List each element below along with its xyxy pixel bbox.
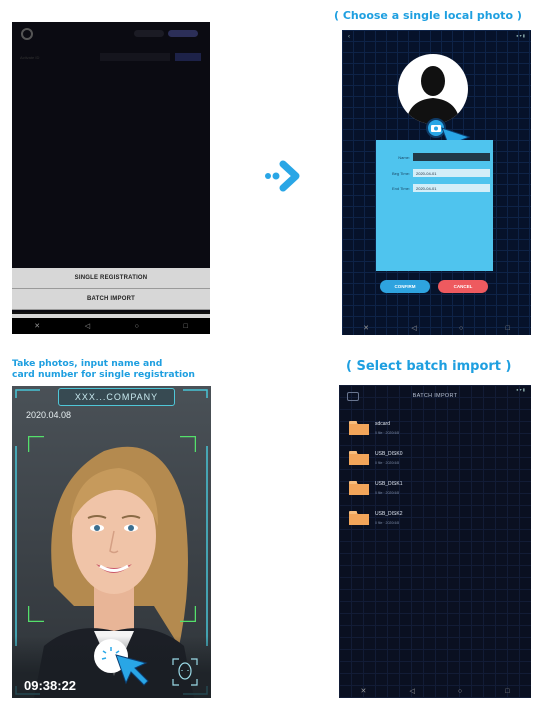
back-icon[interactable]: ‹ — [348, 34, 350, 40]
phone-screen-camera: XXX...COMPANY 2020.04.08 09:38:22 — [12, 386, 211, 698]
status-bar: ● ▾ ▮ — [516, 387, 525, 392]
back-icon[interactable]: ◁ — [411, 324, 416, 332]
filter-label: Activate ID — [20, 55, 40, 60]
beg-time-field[interactable]: 2020-04-01 — [413, 169, 490, 177]
list-item[interactable]: USB_DISK0 0 file · 2020/4/8 — [349, 449, 469, 473]
beg-time-label: Beg Time: — [391, 170, 410, 176]
folder-icon — [349, 509, 369, 525]
home-icon[interactable]: ○ — [458, 688, 462, 695]
list-item[interactable]: USB_DISK2 0 file · 2020/4/8 — [349, 509, 469, 533]
recent-icon[interactable]: □ — [183, 323, 187, 330]
home-icon[interactable]: ○ — [135, 323, 139, 330]
folder-meta: 0 file · 2020/4/8 — [375, 431, 400, 435]
cursor-icon — [112, 651, 152, 691]
folder-icon — [349, 479, 369, 495]
filter-button[interactable] — [175, 53, 201, 61]
top-toggle[interactable] — [134, 30, 164, 37]
batch-import-button[interactable]: BATCH IMPORT — [12, 289, 210, 310]
gear-icon[interactable] — [21, 28, 33, 40]
folder-name: sdcard — [375, 421, 391, 427]
phone-screen-single-photo: ● ▾ ▮ ‹ Name: Beg Time: 2020-04-01 End T… — [342, 30, 531, 335]
top-toggle-active[interactable] — [168, 30, 198, 37]
system-nav-bar: ✕ ◁ ○ □ — [12, 318, 210, 334]
name-label: Name: — [398, 154, 410, 160]
list-item[interactable]: USB_DISK1 0 file · 2020/4/8 — [349, 479, 469, 503]
confirm-button[interactable]: CONFIRM — [380, 280, 430, 293]
recent-icon[interactable]: □ — [505, 688, 509, 695]
system-nav-bar: ✕ ◁ ○ □ — [339, 684, 531, 698]
recent-icon[interactable]: □ — [506, 325, 510, 332]
folder-meta: 0 file · 2020/4/8 — [375, 521, 400, 525]
close-icon[interactable]: ✕ — [34, 322, 40, 330]
company-banner: XXX...COMPANY — [58, 388, 175, 406]
status-bar: ● ▾ ▮ — [516, 33, 525, 38]
folder-name: USB_DISK1 — [375, 481, 403, 487]
registration-form: Name: Beg Time: 2020-04-01 End Time: 202… — [376, 140, 493, 271]
folder-name: USB_DISK0 — [375, 451, 403, 457]
close-icon[interactable]: ✕ — [361, 687, 367, 695]
caption-take-photos-line1: Take photos, input name and — [12, 358, 163, 369]
folder-meta: 0 file · 2020/4/8 — [375, 461, 400, 465]
face-id-icon[interactable] — [172, 658, 198, 686]
phone-screen-batch-import: ● ▾ ▮ BATCH IMPORT sdcard 0 file · 2020/… — [339, 385, 531, 698]
time-text: 09:38:22 — [24, 678, 77, 693]
avatar-icon — [398, 54, 468, 124]
date-text: 2020.04.08 — [26, 410, 72, 420]
system-nav-bar: ✕ ◁ ○ □ — [342, 321, 531, 335]
arrow-icon — [263, 158, 305, 194]
end-time-label: End Time: — [391, 185, 410, 191]
folder-name: USB_DISK2 — [375, 511, 403, 517]
list-item[interactable]: sdcard 0 file · 2020/4/8 — [349, 419, 469, 443]
home-icon[interactable]: ○ — [459, 325, 463, 332]
single-registration-button[interactable]: SINGLE REGISTRATION — [12, 268, 210, 289]
name-field[interactable] — [413, 153, 490, 161]
caption-take-photos-line2: card number for single registration — [12, 369, 195, 380]
filter-field[interactable] — [100, 53, 170, 61]
caption-take-photos: Take photos, input name and card number … — [12, 358, 195, 380]
phone-screen-registration-menu: Activate ID SINGLE REGISTRATION BATCH IM… — [12, 22, 210, 334]
folder-icon — [349, 419, 369, 435]
folder-icon — [349, 449, 369, 465]
screen-title: BATCH IMPORT — [412, 393, 458, 399]
back-icon[interactable]: ◁ — [409, 687, 414, 695]
close-icon[interactable]: ✕ — [363, 324, 369, 332]
cancel-button[interactable]: CANCEL — [438, 280, 488, 293]
caption-select-batch: ( Select batch import ) — [346, 359, 512, 374]
caption-choose-single: ( Choose a single local photo ) — [334, 9, 522, 22]
back-icon[interactable]: ◁ — [85, 322, 90, 330]
folder-meta: 0 file · 2020/4/8 — [375, 491, 400, 495]
company-name: XXX...COMPANY — [74, 392, 159, 402]
end-time-field[interactable]: 2020-04-01 — [413, 184, 490, 192]
